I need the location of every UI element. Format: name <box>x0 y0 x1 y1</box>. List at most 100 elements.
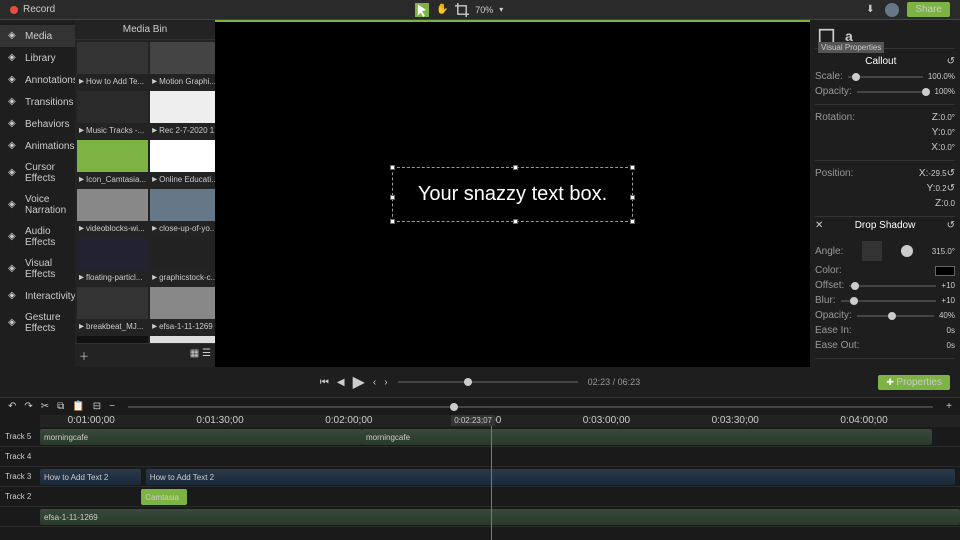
timeline-zoom-slider[interactable] <box>128 406 933 408</box>
sidebar-icon: ◈ <box>8 74 20 86</box>
reset-icon[interactable]: ↺ <box>947 56 955 67</box>
download-icon[interactable]: ⬇ <box>863 3 877 17</box>
record-button[interactable]: Record <box>10 4 55 15</box>
clip[interactable]: efsa-1-11-1269 <box>40 509 960 525</box>
redo-icon[interactable]: ↷ <box>24 401 32 412</box>
track[interactable]: efsa-1-11-1269 <box>0 507 960 527</box>
properties-button[interactable]: ✚ Properties <box>878 375 950 390</box>
media-item[interactable]: ▸Rec 2-7-2020 1 <box>150 91 215 138</box>
track-label: Track 2 <box>0 492 40 501</box>
blur-slider[interactable] <box>841 300 937 302</box>
user-avatar[interactable] <box>885 3 899 17</box>
sidebar-item-animations[interactable]: ◈Animations <box>0 135 75 157</box>
track[interactable]: Track 5morningcafemorningcafe <box>0 427 960 447</box>
list-view-icon[interactable]: ☰ <box>202 348 211 359</box>
track[interactable]: Track 3How to Add Text 2How to Add Text … <box>0 467 960 487</box>
playback-bar: ⏮ ◀ ▶ ‹ › 02:23 / 06:23 ✚ Properties <box>0 367 960 397</box>
playhead[interactable] <box>491 415 492 540</box>
step-back-icon[interactable]: ◀ <box>337 377 345 388</box>
add-media-button[interactable]: ＋ <box>79 348 89 363</box>
sidebar-icon: ◈ <box>8 290 20 302</box>
paste-icon[interactable]: 📋 <box>72 401 84 412</box>
zoom-level[interactable]: 70% <box>475 5 493 15</box>
media-item[interactable]: ▸videoblocks-wi... <box>77 189 148 236</box>
sidebar-item-interactivity[interactable]: ◈Interactivity <box>0 285 75 307</box>
scale-slider[interactable] <box>848 76 923 78</box>
media-item[interactable]: ▸efsa-1-11-1269 <box>150 287 215 334</box>
sidebar-item-gesture-effects[interactable]: ◈Gesture Effects <box>0 307 75 339</box>
clip[interactable]: morningcafe <box>40 429 362 445</box>
angle-dial[interactable] <box>901 245 913 257</box>
media-item[interactable]: ▸Icon_Camtasia... <box>77 140 148 187</box>
grid-view-icon[interactable]: ▦ <box>190 348 199 359</box>
cut-icon[interactable]: ✂ <box>41 401 49 412</box>
media-item[interactable]: ▸How to Add Te... <box>77 42 148 89</box>
media-item[interactable]: ▸Motion Graphi... <box>150 42 215 89</box>
sidebar-item-library[interactable]: ◈Library <box>0 47 75 69</box>
sidebar-item-visual-effects[interactable]: ◈Visual Effects <box>0 253 75 285</box>
clip[interactable]: Camtasia <box>141 489 187 505</box>
sidebar-item-transitions[interactable]: ◈Transitions <box>0 91 75 113</box>
rotation-z[interactable]: 0.0° <box>941 113 955 122</box>
close-effect-icon[interactable]: ✕ <box>815 220 823 231</box>
copy-icon[interactable]: ⧉ <box>57 401 64 412</box>
sidebar-item-annotations[interactable]: ◈Annotations <box>0 69 75 91</box>
sidebar-item-audio-effects[interactable]: ◈Audio Effects <box>0 221 75 253</box>
canvas[interactable]: Your snazzy text box. <box>215 20 810 367</box>
visual-props-tab[interactable]: Visual Properties <box>818 28 835 45</box>
sidebar-item-media[interactable]: ◈Media <box>0 25 75 47</box>
sidebar-icon: ◈ <box>8 96 20 108</box>
timeline[interactable]: 0:02:23;07 0:01:00;000:01:30;000:02:00;0… <box>0 415 960 540</box>
position-x[interactable]: -29.5 <box>928 169 946 178</box>
media-item[interactable]: ▸Music Tracks -... <box>77 91 148 138</box>
ease-in[interactable]: 0s <box>947 326 955 335</box>
color-swatch[interactable] <box>935 266 955 276</box>
callout-text[interactable]: Your snazzy text box. <box>418 183 607 205</box>
rotation-y[interactable]: 0.0° <box>941 128 955 137</box>
media-item[interactable]: ▸graphicstock-c... <box>150 238 215 285</box>
zoom-in-icon[interactable]: + <box>946 401 952 412</box>
split-icon[interactable]: ⊟ <box>93 401 101 412</box>
hand-tool-icon[interactable]: ✋ <box>435 3 449 17</box>
zoom-out-icon[interactable]: − <box>109 401 115 412</box>
play-icon[interactable]: ▶ <box>353 372 365 392</box>
next-frame-icon[interactable]: › <box>384 377 387 388</box>
offset-slider[interactable] <box>849 285 936 287</box>
media-item[interactable]: ▸close-up-of-yo... <box>150 189 215 236</box>
zoom-dropdown-icon[interactable]: ▾ <box>499 5 503 14</box>
time-ruler[interactable]: 0:01:00;000:01:30;000:02:00;000:02:30;00… <box>40 415 960 427</box>
cursor-tool-icon[interactable] <box>415 3 429 17</box>
undo-icon[interactable]: ↶ <box>8 401 16 412</box>
track[interactable]: Track 4 <box>0 447 960 467</box>
top-bar: Record ✋ 70% ▾ ⬇ Share <box>0 0 960 20</box>
opacity-slider[interactable] <box>857 91 930 93</box>
media-item[interactable]: ▸Rec 2-7-2020 2 <box>150 336 215 343</box>
prev-frame-icon[interactable]: ‹ <box>373 377 376 388</box>
track[interactable]: Track 2 Camtasia <box>0 487 960 507</box>
share-button[interactable]: Share <box>907 2 950 17</box>
media-item[interactable]: ▸breakbeat_MJ... <box>77 287 148 334</box>
ease-out[interactable]: 0s <box>947 341 955 350</box>
track-label: Track 4 <box>0 452 40 461</box>
angle-grid[interactable] <box>862 241 882 261</box>
reset-effect-icon[interactable]: ↺ <box>947 220 955 231</box>
clip[interactable]: How to Add Text 2 <box>146 469 956 485</box>
sidebar-item-cursor-effects[interactable]: ◈Cursor Effects <box>0 157 75 189</box>
prev-clip-icon[interactable]: ⏮ <box>320 377 329 388</box>
crop-tool-icon[interactable] <box>455 3 469 17</box>
media-item[interactable]: ▸floating-particl... <box>77 238 148 285</box>
media-item[interactable]: ▸Online Educati... <box>150 140 215 187</box>
sidebar-item-behaviors[interactable]: ◈Behaviors <box>0 113 75 135</box>
position-y[interactable]: 0.2 <box>935 184 946 193</box>
rotation-x[interactable]: 0.0° <box>941 143 955 152</box>
sidebar-item-voice-narration[interactable]: ◈Voice Narration <box>0 189 75 221</box>
shadow-opacity-slider[interactable] <box>857 315 934 317</box>
text-callout[interactable]: Your snazzy text box. <box>392 167 633 222</box>
callout-title: Callout <box>865 56 896 67</box>
drop-shadow-title: Drop Shadow <box>828 220 941 231</box>
playback-scrubber[interactable] <box>398 381 578 383</box>
clip[interactable]: morningcafe <box>362 429 932 445</box>
position-z[interactable]: 0.0 <box>944 199 955 208</box>
media-item[interactable]: ▸Logo_Hrz_Ca... <box>77 336 148 343</box>
clip[interactable]: How to Add Text 2 <box>40 469 141 485</box>
